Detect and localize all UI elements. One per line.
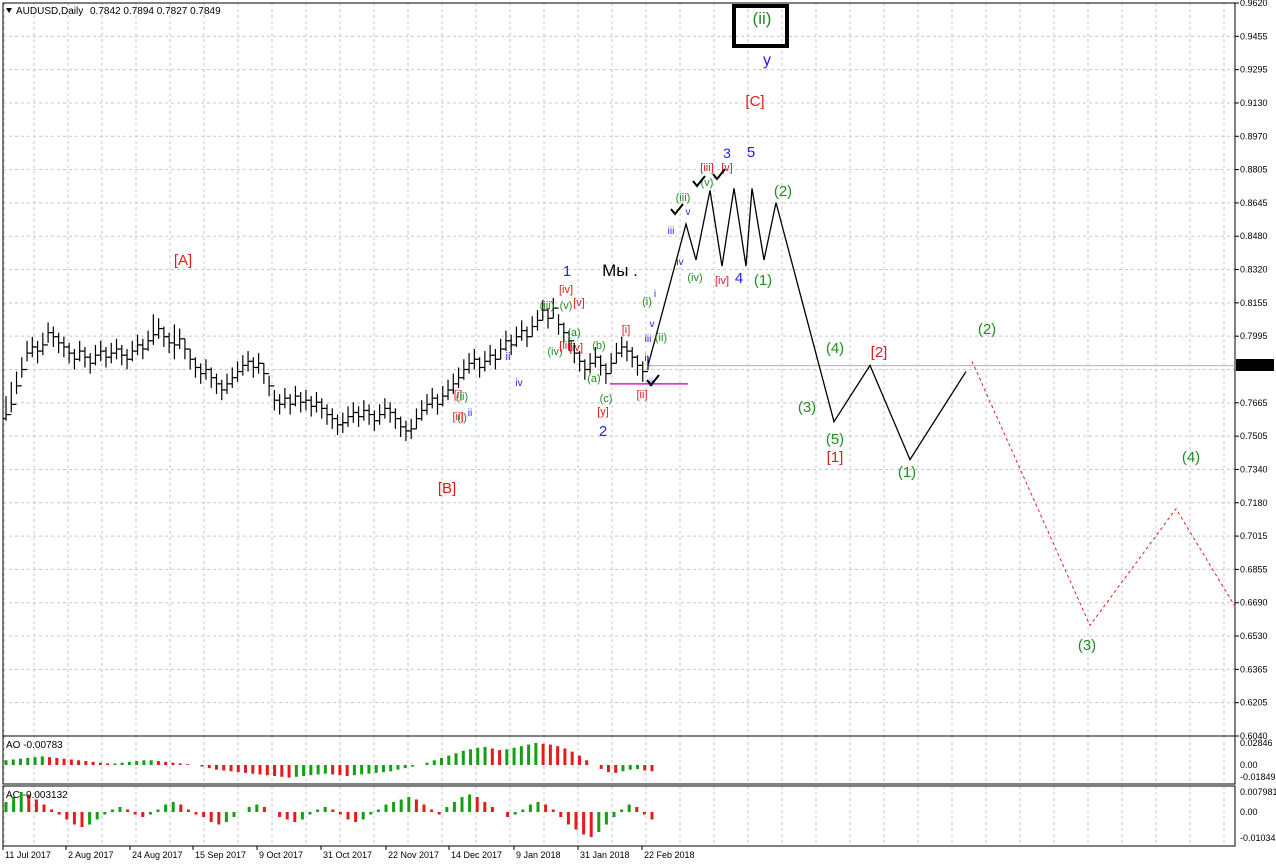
price-tick-label: 0.7995 — [1240, 331, 1268, 341]
wave-label: i — [654, 289, 656, 300]
date-tick-label: 9 Jan 2018 — [516, 850, 561, 860]
wave-label: [iv] — [559, 284, 573, 296]
ao-tick-label: -0.01849 — [1240, 772, 1276, 782]
wave-label: (2) — [978, 321, 996, 338]
ao-label: AO -0.00783 — [6, 740, 63, 751]
wave-label: (3) — [798, 399, 816, 416]
wave-label: ii — [468, 408, 472, 419]
price-tick-label: 0.6365 — [1240, 664, 1268, 674]
wave-label: [iii] — [700, 162, 713, 174]
price-chart: (ii)y[C]3 5[iii] [v](v)(iii)v(2)iiiiv(iv)[… — [0, 0, 1276, 866]
wave-label: 1 — [563, 263, 571, 280]
price-tick-label: 0.9620 — [1240, 0, 1268, 8]
price-tick-label: 0.7665 — [1240, 398, 1268, 408]
ao-tick-label: 0.00 — [1240, 760, 1258, 770]
date-tick-label: 24 Aug 2017 — [132, 850, 183, 860]
date-tick-label: 11 Jul 2017 — [5, 850, 51, 860]
wave-label: (iv) — [687, 272, 702, 284]
wave-label: (iii) — [676, 192, 691, 204]
current-price-tag: 0.7849 — [1236, 359, 1274, 371]
wave-label: (3) — [1078, 637, 1096, 654]
price-tick-label: 0.8320 — [1240, 265, 1268, 275]
wave-label: (b) — [592, 340, 605, 352]
price-tick-label: 0.8480 — [1240, 231, 1268, 241]
ohlc-readout: 0.7842 0.7894 0.7827 0.7849 — [90, 6, 221, 17]
date-tick-label: 22 Feb 2018 — [644, 850, 695, 860]
wave-label: (c) — [600, 393, 613, 405]
wave-label: 3 — [723, 145, 731, 161]
price-tick-label: 0.9295 — [1240, 65, 1268, 75]
price-tick-label: 0.9130 — [1240, 98, 1268, 108]
price-tick-label: 0.7505 — [1240, 431, 1268, 441]
wave-label: iv — [644, 353, 651, 364]
wave-label: iv — [676, 257, 683, 268]
wave-label: [2] — [871, 344, 888, 361]
date-tick-label: 15 Sep 2017 — [195, 850, 246, 860]
ac-label: AC -0.003132 — [6, 790, 68, 801]
window-header: AUDUSD,Daily 0.7842 0.7894 0.7827 0.7849 — [6, 6, 221, 17]
price-tick-label: 0.7180 — [1240, 498, 1268, 508]
price-tick-label: 0.6690 — [1240, 598, 1268, 608]
ac-tick-label: -0.01034 — [1240, 833, 1276, 843]
wave-label: [ii] — [637, 389, 648, 401]
window-title: AUDUSD,Daily — [16, 6, 83, 17]
price-tick-label: 0.6205 — [1240, 698, 1268, 708]
wave-label: (1) — [754, 272, 772, 289]
wave-label: iii — [668, 226, 675, 237]
ao-tick-label: 0.02846 — [1240, 738, 1273, 748]
wave-label: (1) — [898, 464, 916, 481]
ac-tick-label: 0.007981 — [1240, 787, 1276, 797]
date-tick-label: 2 Aug 2017 — [68, 850, 114, 860]
wave-label: 2 — [599, 423, 607, 440]
date-tick-label: 31 Oct 2017 — [323, 850, 372, 860]
wave-label: y — [763, 52, 771, 69]
price-tick-label: 0.8645 — [1240, 198, 1268, 208]
wave-label: [ii] — [453, 411, 464, 423]
price-tick-label: 0.6530 — [1240, 631, 1268, 641]
wave-label: [1] — [827, 449, 844, 466]
wave-label: iii — [645, 334, 652, 345]
wave-label: [iv] — [569, 342, 583, 354]
date-tick-label: 22 Nov 2017 — [388, 850, 439, 860]
wave-label: [iv] — [715, 275, 729, 287]
wave-label: [C] — [745, 93, 764, 110]
wave-label: Мы . — [602, 261, 638, 280]
wave-label: (a) — [587, 373, 600, 385]
price-tick-label: 0.6855 — [1240, 564, 1268, 574]
wave-label: (a) — [567, 327, 580, 339]
wave-label: (v) — [560, 300, 573, 312]
wave-label: iv — [515, 378, 522, 389]
price-tick-label: 0.8805 — [1240, 165, 1268, 175]
price-tick-label: 0.8155 — [1240, 298, 1268, 308]
price-tick-label: 0.8970 — [1240, 131, 1268, 141]
wave-label: (ii) — [655, 332, 667, 344]
wave-label: [y] — [597, 406, 609, 418]
wave-label: (4) — [826, 340, 844, 357]
price-tick-label: 0.7340 — [1240, 464, 1268, 474]
price-tick-label: 0.7015 — [1240, 531, 1268, 541]
wave-label: v — [650, 319, 655, 330]
wave-label: (iii) — [540, 300, 555, 312]
wave-label: (ii) — [753, 9, 772, 28]
price-tick-label: 0.9455 — [1240, 31, 1268, 41]
wave-label: [B] — [438, 480, 456, 497]
wave-label: [A] — [174, 252, 192, 269]
wave-label: (2) — [774, 183, 792, 200]
wave-label: 4 — [735, 270, 743, 287]
wave-label: 5 — [747, 144, 755, 161]
wave-label: (5) — [826, 431, 844, 448]
wave-label: [v] — [573, 297, 585, 309]
ac-tick-label: 0.00 — [1240, 807, 1258, 817]
wave-label: v — [686, 207, 691, 218]
date-tick-label: 14 Dec 2017 — [451, 850, 502, 860]
wave-label: ii — [506, 351, 511, 363]
date-tick-label: 9 Oct 2017 — [259, 850, 303, 860]
wave-label: (ii) — [456, 391, 468, 403]
date-tick-label: 31 Jan 2018 — [580, 850, 630, 860]
wave-label: (i) — [642, 296, 652, 308]
wave-label: [i] — [622, 324, 631, 336]
price-tag-text: 0.7849 — [1240, 360, 1268, 370]
wave-label: (4) — [1182, 449, 1200, 466]
